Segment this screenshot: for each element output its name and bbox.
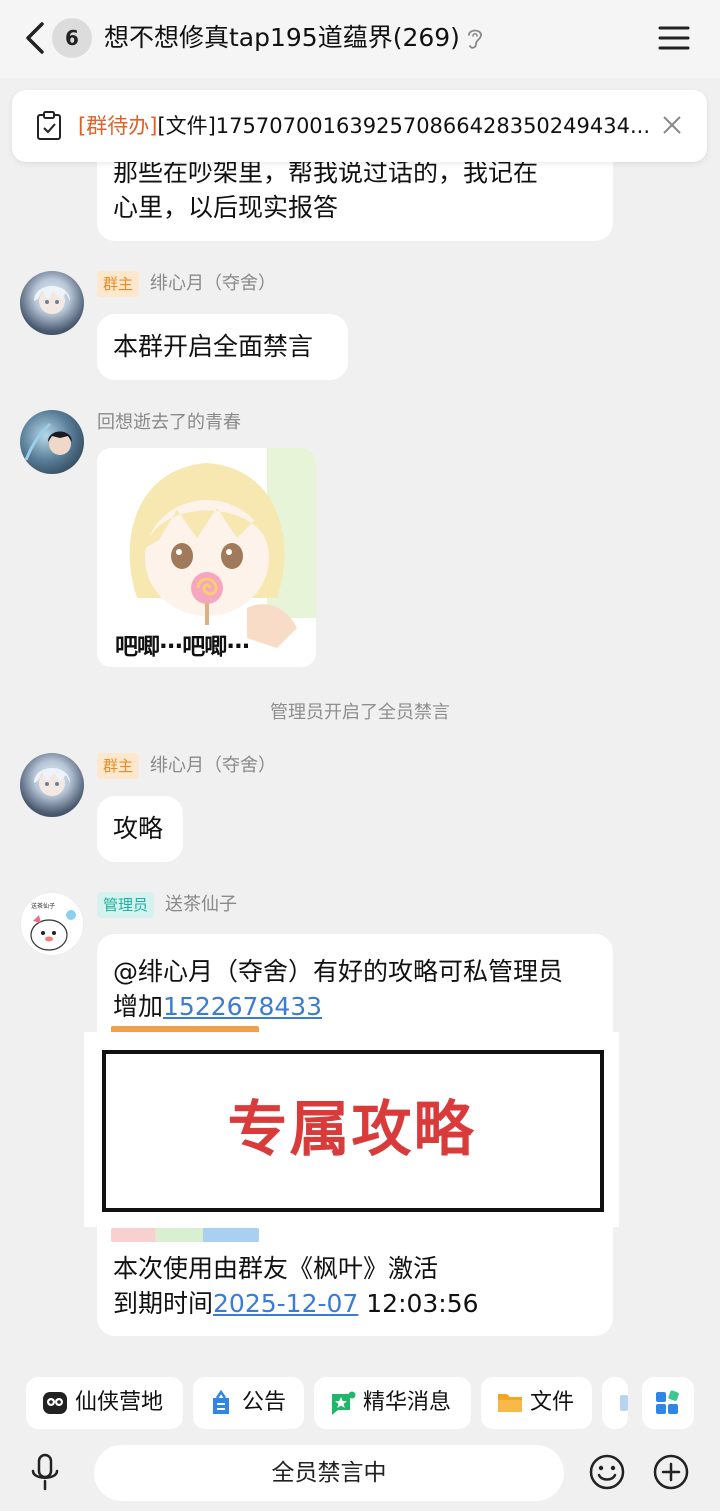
quick-action-more-partial[interactable]: [602, 1377, 628, 1429]
notice-content: [文件]1757070016392570866428350249434....: [157, 114, 648, 138]
system-notice: 管理员开启了全员禁言: [270, 702, 450, 723]
message-bubble[interactable]: 攻略: [97, 796, 183, 862]
close-icon[interactable]: [662, 115, 682, 135]
microphone-icon[interactable]: [28, 1453, 62, 1493]
owner-badge: 群主: [97, 753, 140, 779]
avatar-admin[interactable]: 送茶仙子: [20, 892, 84, 956]
menu-icon[interactable]: [658, 24, 690, 52]
message-text: 攻略: [113, 814, 164, 843]
qq-number-link[interactable]: 1522678433: [163, 992, 322, 1021]
sender-name[interactable]: 绯心月（夺舍）: [150, 271, 276, 297]
clipboard-icon: [37, 111, 61, 140]
message-text-line: 心里，以后现实报答: [113, 193, 339, 222]
ear-icon[interactable]: [465, 27, 485, 51]
app-grid-button[interactable]: [642, 1377, 694, 1429]
message-input[interactable]: 全员禁言中: [94, 1445, 564, 1501]
app-grid-icon: [656, 1390, 679, 1414]
plus-icon[interactable]: [652, 1453, 690, 1491]
quick-action-label: 文件: [530, 1390, 575, 1415]
quick-action-announcement[interactable]: 公告: [193, 1377, 304, 1429]
sender-name[interactable]: 回想逝去了的青春: [97, 410, 241, 436]
avatar-image: [24, 422, 72, 461]
message-text: 本群开启全面禁言: [113, 332, 314, 361]
banner-text: 专属攻略: [227, 1095, 476, 1165]
date-link[interactable]: 2025-12-07: [213, 1289, 358, 1318]
quick-action-files[interactable]: 文件: [481, 1377, 592, 1429]
partial-icon: [620, 1395, 628, 1411]
svg-text:送茶仙子: 送茶仙子: [31, 902, 55, 910]
quick-actions-bar: 仙侠营地 公告 精华消息 文件: [0, 1363, 720, 1443]
quick-action-camp[interactable]: 仙侠营地: [26, 1377, 183, 1429]
message-text-line: 增加1522678433: [113, 989, 322, 1024]
avatar-image: [34, 768, 70, 796]
message-text-line: @绯心月（夺舍）有好的攻略可私管理员: [113, 957, 564, 986]
avatar-image: [34, 286, 70, 314]
folder-icon: [498, 1394, 522, 1412]
sticker-message[interactable]: 吧唧···吧唧···: [97, 448, 316, 667]
image-thumb-bottom[interactable]: [111, 1228, 259, 1242]
avatar-member[interactable]: [20, 410, 84, 474]
essence-icon: [332, 1391, 356, 1415]
sender-name[interactable]: 送茶仙子: [165, 892, 237, 918]
quick-action-label: 精华消息: [363, 1390, 452, 1415]
todo-tag: [群待办]: [78, 114, 158, 138]
avatar-image: 送茶仙子: [29, 902, 76, 951]
text-suffix: 12:03:56: [358, 1289, 479, 1318]
message-list[interactable]: 那些在吵架里，帮我说过话的，我记在 心里，以后现实报答 群主 绯心月（夺舍） 本…: [0, 78, 720, 1363]
camp-icon: [43, 1392, 67, 1414]
chat-title[interactable]: 想不想修真tap195道蕴界(269): [104, 20, 460, 56]
exclusive-guide-banner[interactable]: 专属攻略: [84, 1032, 619, 1227]
text-prefix: 到期时间: [113, 1289, 214, 1318]
input-bar: 全员禁言中: [0, 1443, 720, 1511]
sticker-caption: 吧唧···吧唧···: [115, 634, 250, 660]
top-bar: 6 想不想修真tap195道蕴界(269): [0, 0, 720, 78]
quick-action-label: 仙侠营地: [75, 1390, 164, 1415]
avatar-owner[interactable]: [20, 753, 84, 817]
sender-name[interactable]: 绯心月（夺舍）: [150, 753, 276, 779]
back-arrow-icon[interactable]: [18, 18, 54, 58]
announcement-icon: [213, 1390, 229, 1414]
message-bubble[interactable]: 本群开启全面禁言: [97, 314, 348, 380]
avatar-owner[interactable]: [20, 271, 84, 335]
unread-count-badge[interactable]: 6: [52, 18, 92, 58]
message-text-line: 到期时间2025-12-07 12:03:56: [113, 1286, 479, 1321]
message-text-line: 本次使用由群友《枫叶》激活: [113, 1254, 439, 1283]
owner-badge: 群主: [97, 271, 140, 297]
pinned-todo-notice[interactable]: [群待办][文件]1757070016392570866428350249434…: [12, 90, 707, 162]
quick-action-label: 公告: [242, 1390, 287, 1415]
text-prefix: 增加: [113, 992, 164, 1021]
notice-text: [群待办][文件]1757070016392570866428350249434…: [78, 108, 648, 144]
admin-badge: 管理员: [97, 892, 155, 918]
quick-action-essence[interactable]: 精华消息: [314, 1377, 471, 1429]
emoji-icon[interactable]: [588, 1453, 626, 1491]
